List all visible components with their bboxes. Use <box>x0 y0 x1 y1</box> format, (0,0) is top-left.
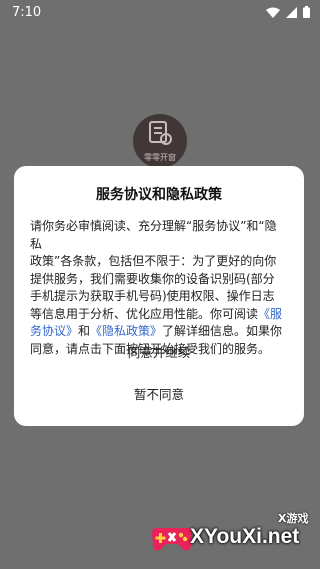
status-time: 7:10 <box>12 4 42 20</box>
consent-dialog: 服务协议和隐私政策 请你务必审慎阅读、充分理解“服务协议”和“隐私 政策”各条款… <box>14 166 304 426</box>
body-line-1: 请你务必审慎阅读、充分理解“服务协议”和“隐私 <box>30 219 277 251</box>
app-logo-label: 零零开窗 <box>144 152 176 162</box>
service-agreement-link-part-2[interactable]: 务协议》 <box>30 324 78 338</box>
service-agreement-link-part-1[interactable]: 《服 <box>258 307 282 321</box>
body-line-4: 手机提示为获取手机号码)使用权限、操作日志 <box>30 289 275 303</box>
body-line-6-text: 了解详细信息。如果你 <box>162 324 283 338</box>
body-line-6: 务协议》和《隐私政策》了解详细信息。如果你 <box>30 323 288 341</box>
privacy-policy-link[interactable]: 《隐私政策》 <box>90 324 162 338</box>
decline-button[interactable]: 暂不同意 <box>14 381 304 409</box>
body-line-5: 等信息用于分析、优化应用性能。你可阅读《服 <box>30 306 288 324</box>
watermark-site: XYouXi.net <box>190 525 300 548</box>
signal-icon <box>286 6 297 18</box>
gamepad-logo-icon <box>150 514 194 558</box>
app-logo: 零零开窗 <box>133 114 187 168</box>
watermark-tag: X游戏 <box>278 512 309 525</box>
dialog-body: 请你务必审慎阅读、充分理解“服务协议”和“隐私 政策”各条款，包括但不限于：为了… <box>30 218 288 358</box>
body-and-text: 和 <box>78 324 91 338</box>
app-logo-icon <box>147 120 173 150</box>
battery-icon <box>303 6 310 18</box>
watermark: X游戏 XYouXi.net <box>150 508 320 566</box>
agree-continue-button[interactable]: 同意并继续 <box>14 339 304 367</box>
body-line-2: 政策”各条款，包括但不限于：为了更好的向你 <box>30 254 277 268</box>
body-line-3: 提供服务，我们需要收集你的设备识别码(部分 <box>30 271 275 286</box>
dialog-title: 服务协议和隐私政策 <box>96 187 222 203</box>
status-bar: 7:10 <box>0 0 320 24</box>
body-line-5-text: 等信息用于分析、优化应用性能。你可阅读 <box>30 306 259 321</box>
wifi-icon <box>266 7 280 18</box>
status-icons <box>266 6 310 18</box>
